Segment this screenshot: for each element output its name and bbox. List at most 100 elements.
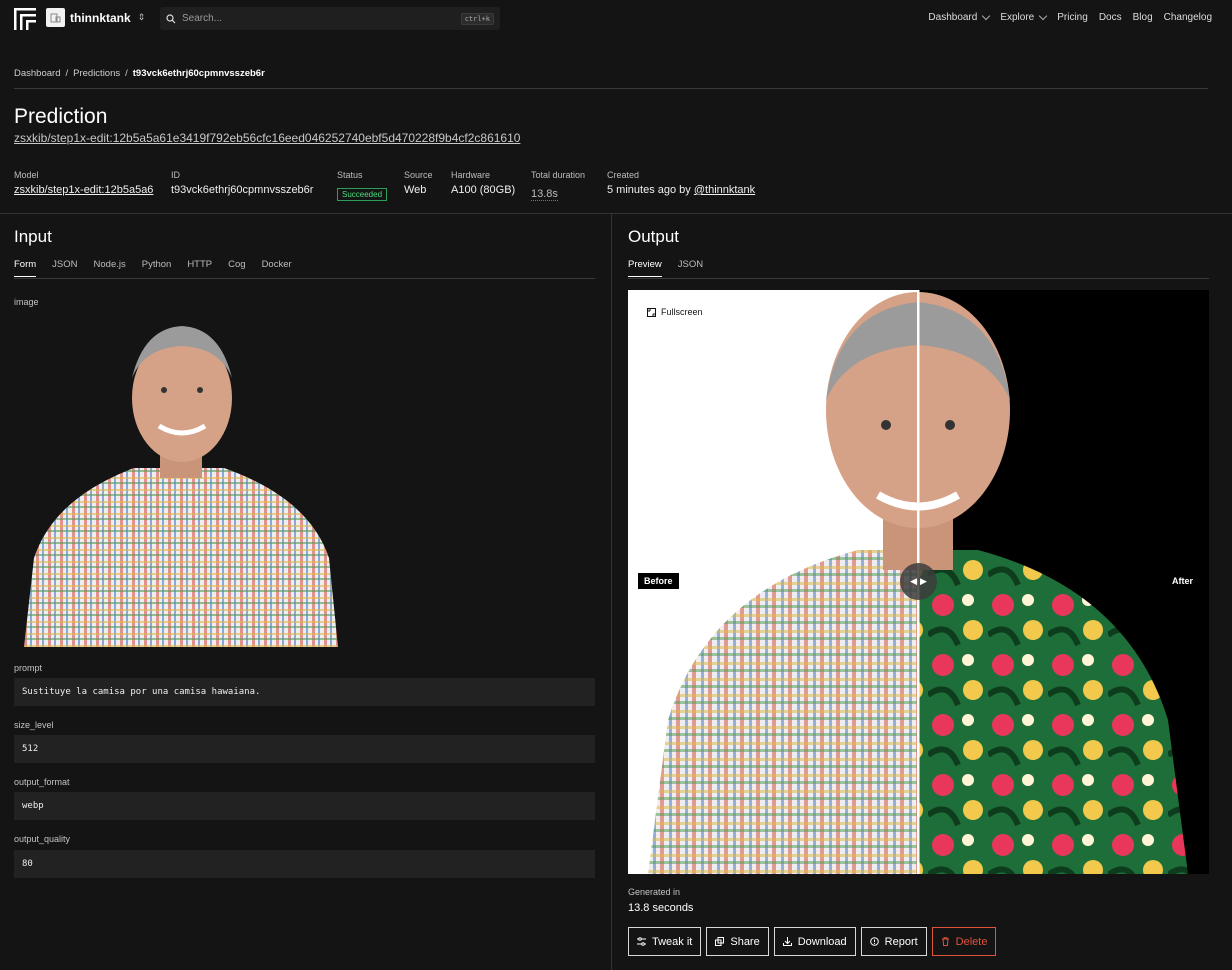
- output-actions: Tweak it Share Download Report Delete: [628, 927, 997, 956]
- prompt-label: prompt: [14, 663, 43, 673]
- page-title: Prediction: [14, 105, 108, 128]
- output-title: Output: [628, 227, 680, 246]
- compare-handle-icon[interactable]: ◀ ▶: [900, 563, 937, 600]
- tab-underline: [14, 278, 595, 279]
- divider: [14, 88, 1208, 89]
- meta-created: Created 5 minutes ago by @thinnktank: [607, 170, 755, 196]
- meta-source-label: Source: [404, 170, 433, 180]
- search-icon: [166, 13, 176, 23]
- nav-pricing[interactable]: Pricing: [1057, 12, 1088, 23]
- tab-json[interactable]: JSON: [52, 259, 77, 277]
- size-level-label: size_level: [14, 720, 54, 730]
- tab-output-json[interactable]: JSON: [678, 259, 703, 277]
- output-format-field[interactable]: webp: [14, 792, 595, 820]
- meta-status-label: Status: [337, 170, 363, 180]
- breadcrumb: Dashboard / Predictions / t93vck6ethrj60…: [14, 68, 265, 79]
- breadcrumb-separator: /: [125, 68, 128, 79]
- tab-form[interactable]: Form: [14, 259, 37, 277]
- chevron-down-icon: [982, 11, 991, 21]
- breadcrumb-predictions[interactable]: Predictions: [73, 68, 120, 79]
- input-image[interactable]: [24, 318, 338, 647]
- download-label: Download: [797, 935, 847, 948]
- meta-id: ID t93vck6ethrj60cpmnvsszeb6r: [171, 170, 313, 196]
- meta-duration-value[interactable]: 13.8s: [531, 188, 558, 201]
- chevron-down-icon: [1038, 11, 1048, 21]
- nav-dashboard[interactable]: Dashboard: [928, 11, 991, 23]
- meta-hardware-value: A100 (80GB): [451, 184, 516, 196]
- after-label: After: [1165, 573, 1199, 589]
- delete-icon: [941, 937, 949, 946]
- org-name: thinnktank: [70, 10, 131, 25]
- search-shortcut: ctrl+k: [460, 12, 494, 25]
- nav-docs[interactable]: Docs: [1099, 12, 1122, 23]
- meta-created-by: by: [679, 184, 691, 196]
- breadcrumb-dashboard[interactable]: Dashboard: [14, 68, 60, 79]
- delete-button[interactable]: Delete: [931, 927, 997, 956]
- logo-icon[interactable]: [14, 8, 36, 30]
- meta-source: Source Web: [404, 170, 433, 196]
- tab-http[interactable]: HTTP: [187, 259, 212, 277]
- meta-model-label: Model: [14, 170, 39, 180]
- model-version-link[interactable]: zsxkib/step1x-edit:12b5a5a61e3419f792eb5…: [14, 131, 520, 145]
- divider: [0, 213, 1232, 214]
- tab-nodejs[interactable]: Node.js: [94, 259, 126, 277]
- fullscreen-button[interactable]: Fullscreen: [638, 300, 712, 324]
- fullscreen-icon: [647, 307, 656, 317]
- report-label: Report: [884, 935, 918, 948]
- output-quality-field[interactable]: 80: [14, 850, 595, 878]
- breadcrumb-separator: /: [65, 68, 69, 79]
- meta-source-value: Web: [404, 184, 427, 196]
- top-nav: Dashboard Explore Pricing Docs Blog Chan…: [928, 11, 1212, 23]
- meta-id-label: ID: [171, 170, 180, 180]
- fullscreen-label: Fullscreen: [661, 307, 703, 317]
- meta-duration-label: Total duration: [531, 170, 586, 180]
- image-label: image: [14, 297, 39, 307]
- tweak-button[interactable]: Tweak it: [628, 927, 702, 956]
- breadcrumb-current: t93vck6ethrj60cpmnvsszeb6r: [132, 68, 265, 79]
- share-label: Share: [730, 935, 760, 948]
- tab-python[interactable]: Python: [142, 259, 172, 277]
- size-level-field[interactable]: 512: [14, 735, 595, 763]
- tweak-icon: [637, 937, 646, 946]
- meta-status: Status Succeeded: [337, 170, 388, 202]
- download-button[interactable]: Download: [773, 927, 856, 956]
- nav-changelog[interactable]: Changelog: [1164, 12, 1212, 23]
- meta-created-user-link[interactable]: @thinnktank: [694, 184, 755, 196]
- generated-label: Generated in: [628, 887, 681, 897]
- search-input[interactable]: Search... ctrl+k: [160, 7, 500, 30]
- org-switcher[interactable]: thinnktank ⇕: [46, 8, 145, 27]
- meta-model: Model zsxkib/step1x-edit:12b5a5a6: [14, 170, 153, 196]
- share-icon: [715, 937, 725, 946]
- search-placeholder: Search...: [182, 13, 223, 24]
- meta-hardware-label: Hardware: [451, 170, 491, 180]
- report-button[interactable]: Report: [860, 927, 927, 956]
- column-divider: [611, 213, 612, 970]
- tab-docker[interactable]: Docker: [262, 259, 292, 277]
- comparison-slider[interactable]: Fullscreen Before After ◀ ▶: [628, 290, 1209, 874]
- tab-cog[interactable]: Cog: [228, 259, 245, 277]
- report-icon: [869, 937, 879, 946]
- meta-created-value: 5 minutes ago: [607, 184, 677, 196]
- generated-value: 13.8 seconds: [628, 902, 694, 914]
- download-icon: [782, 937, 792, 946]
- prompt-field[interactable]: Sustituye la camisa por una camisa hawai…: [14, 678, 595, 706]
- tweak-label: Tweak it: [652, 935, 693, 948]
- org-avatar-icon: [46, 8, 65, 27]
- top-bar: thinnktank ⇕ Search... ctrl+k Dashboard …: [0, 0, 1232, 38]
- share-button[interactable]: Share: [706, 927, 769, 956]
- before-label: Before: [638, 573, 679, 589]
- status-badge: Succeeded: [337, 188, 388, 201]
- output-quality-label: output_quality: [14, 834, 71, 844]
- nav-explore[interactable]: Explore: [1000, 11, 1048, 23]
- delete-label: Delete: [955, 935, 988, 948]
- tab-underline: [628, 278, 1209, 279]
- tab-preview[interactable]: Preview: [628, 259, 662, 277]
- nav-blog[interactable]: Blog: [1133, 12, 1153, 23]
- output-tabs: Preview JSON: [628, 259, 703, 277]
- input-title: Input: [14, 227, 52, 246]
- meta-model-link[interactable]: zsxkib/step1x-edit:12b5a5a6: [14, 184, 153, 196]
- meta-id-value: t93vck6ethrj60cpmnvsszeb6r: [171, 184, 314, 196]
- meta-duration: Total duration 13.8s: [531, 170, 585, 202]
- chevron-updown-icon: ⇕: [137, 12, 146, 22]
- input-tabs: Form JSON Node.js Python HTTP Cog Docker: [14, 259, 292, 277]
